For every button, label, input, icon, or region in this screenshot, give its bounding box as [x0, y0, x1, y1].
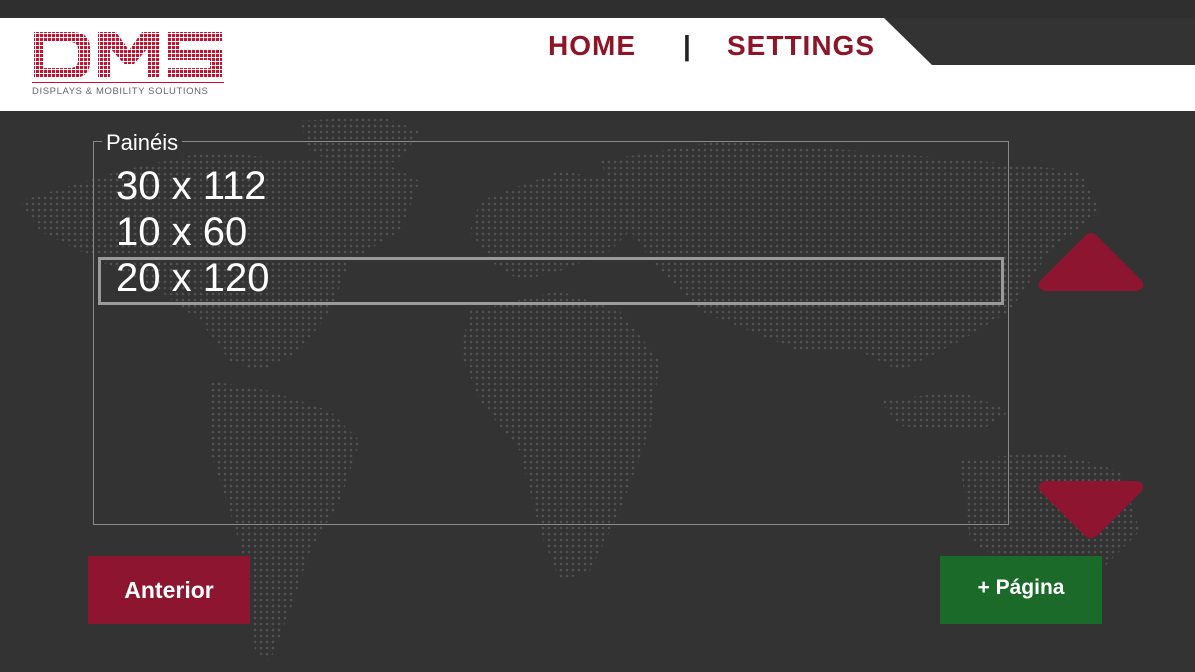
triangle-down-icon[interactable]	[1036, 479, 1146, 541]
panels-list-title: Painéis	[102, 130, 183, 156]
nav-separator: |	[683, 30, 691, 61]
nav-settings-link[interactable]: SETTINGS	[727, 30, 875, 62]
triangle-up-icon[interactable]	[1036, 231, 1146, 293]
list-item[interactable]: 30 x 112	[116, 163, 267, 209]
list-item[interactable]: 10 x 60	[116, 209, 247, 255]
next-page-button[interactable]: + Página	[940, 556, 1102, 624]
top-strip	[0, 0, 1195, 18]
previous-button[interactable]: Anterior	[88, 556, 250, 624]
logo-subtitle: DISPLAYS & MOBILITY SOLUTIONS	[32, 86, 209, 97]
nav-home-link[interactable]: HOME	[548, 30, 636, 62]
dms-logo: DISPLAYS & MOBILITY SOLUTIONS	[32, 30, 227, 100]
selection-highlight	[98, 257, 1004, 305]
dms-logo-mark	[32, 32, 224, 83]
